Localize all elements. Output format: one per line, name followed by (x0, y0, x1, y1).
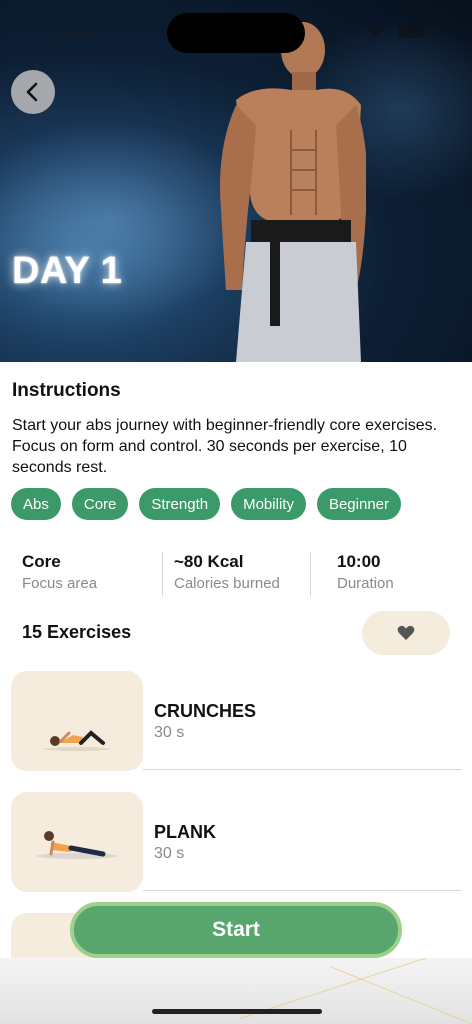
back-button[interactable] (11, 70, 55, 114)
status-time: 11:40 (58, 22, 101, 41)
instructions-text: Start your abs journey with beginner-fri… (12, 417, 438, 476)
tag-strength[interactable]: Strength (139, 488, 221, 520)
exercise-thumbnail (11, 671, 143, 771)
stat-value: ~80 Kcal (174, 552, 244, 571)
favorite-button[interactable] (362, 611, 450, 655)
tag-list: Abs Core Strength Mobility Beginner (11, 488, 401, 520)
start-button[interactable]: Start (70, 902, 402, 958)
tag-mobility[interactable]: Mobility (231, 488, 306, 520)
workout-stats: Core Focus area ~80 Kcal Calories burned… (0, 552, 472, 596)
stat-focus-area: Core Focus area (22, 552, 97, 592)
tag-abs[interactable]: Abs (11, 488, 61, 520)
battery-icon (398, 25, 424, 38)
wifi-icon (368, 25, 384, 37)
tag-beginner[interactable]: Beginner (316, 488, 401, 520)
light-streak (329, 966, 472, 1024)
stat-duration: 10:00 Duration (337, 552, 394, 592)
stat-label: Focus area (22, 575, 98, 592)
exercise-item-crunches[interactable]: CRUNCHES 30 s (11, 671, 461, 771)
hero-banner: 11:40 DAY 1 (0, 0, 472, 362)
crunches-illustration (43, 730, 111, 751)
stat-calories: ~80 Kcal Calories burned (174, 552, 280, 592)
row-divider (143, 890, 461, 891)
exercise-count: 15 Exercises (22, 622, 132, 642)
stat-divider (310, 552, 311, 596)
stat-label: Calories burned (174, 575, 280, 592)
exercise-duration: 30 s (154, 724, 185, 741)
home-indicator (152, 1009, 322, 1014)
row-divider (143, 769, 461, 770)
heart-icon (397, 625, 415, 640)
plank-illustration (37, 831, 117, 859)
exercise-item-plank[interactable]: PLANK 30 s (11, 792, 461, 892)
exercise-name: PLANK (154, 822, 216, 842)
instructions-heading: Instructions (12, 380, 121, 401)
dynamic-island (167, 13, 305, 53)
day-title: DAY 1 (12, 250, 123, 292)
exercise-thumbnail (11, 792, 143, 892)
tag-core[interactable]: Core (71, 488, 129, 520)
exercise-duration: 30 s (154, 845, 185, 862)
stat-value: 10:00 (337, 552, 381, 571)
status-bar: 11:40 (0, 0, 472, 60)
chevron-left-icon (26, 82, 38, 102)
stat-value: Core (22, 552, 61, 571)
stat-divider (162, 552, 163, 596)
stat-label: Duration (337, 575, 394, 592)
exercise-name: CRUNCHES (154, 701, 257, 721)
bottom-background (0, 958, 472, 1024)
